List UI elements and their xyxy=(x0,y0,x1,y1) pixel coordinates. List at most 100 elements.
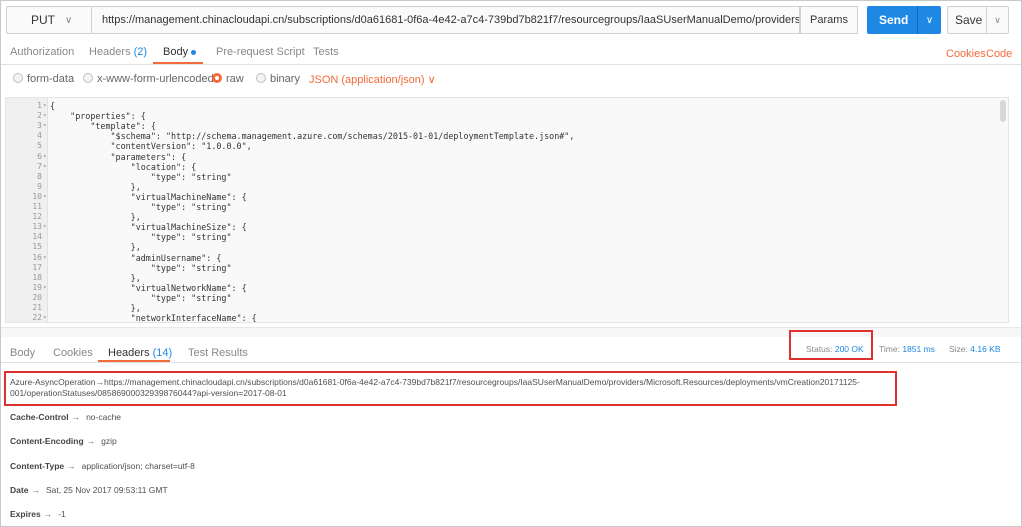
raw-label: raw xyxy=(226,73,244,85)
line-number: 12 xyxy=(32,212,42,222)
postman-window: PUT ∨ https://management.chinacloudapi.c… xyxy=(0,0,1022,527)
arrow-icon: → xyxy=(43,509,53,519)
header-key: Expires xyxy=(10,509,41,519)
send-dropdown-chevron-icon[interactable]: ∨ xyxy=(917,6,941,34)
tab-prerequest-script[interactable]: Pre-request Script xyxy=(216,46,305,58)
response-tab-cookies[interactable]: Cookies xyxy=(53,347,93,359)
content-type-select[interactable]: JSON (application/json) ∨ xyxy=(309,73,436,86)
editor-line: 3 ▾ "template": { xyxy=(6,121,1006,131)
body-editor[interactable]: 1 ▾{2 ▾ "properties": {3 ▾ "template": {4 "… xyxy=(5,97,1009,323)
line-number: 5 xyxy=(37,141,42,151)
editor-line: 14 "type": "string" xyxy=(6,232,1006,242)
url-input[interactable]: https://management.chinacloudapi.cn/subs… xyxy=(92,6,800,34)
save-button[interactable]: Save ∨ xyxy=(947,6,1009,34)
response-tab-test-results[interactable]: Test Results xyxy=(188,347,248,359)
tab-body-label: Body xyxy=(163,46,189,58)
line-number: 18 xyxy=(32,272,42,282)
editor-line: 20 "type": "string" xyxy=(6,293,1006,303)
status-highlight-box xyxy=(789,330,873,360)
editor-line: 22 ▾ "networkInterfaceName": { xyxy=(6,313,1006,323)
editor-line: 5 "contentVersion": "1.0.0.0", xyxy=(6,141,1006,151)
code-text: "type": "string" xyxy=(50,202,232,212)
line-number: 9 xyxy=(37,181,42,191)
radio-form-data[interactable] xyxy=(13,73,23,83)
header-key: Cache-Control xyxy=(10,412,69,422)
line-number: 13 xyxy=(32,222,42,232)
method-select[interactable]: PUT ∨ xyxy=(6,6,92,34)
header-value: no-cache xyxy=(86,412,122,422)
line-number: 6 xyxy=(37,151,42,161)
line-number: 21 xyxy=(32,303,42,312)
fold-toggle-icon[interactable]: ▾ xyxy=(43,253,47,263)
radio-raw[interactable] xyxy=(212,73,222,83)
header-key: Date xyxy=(10,485,29,495)
size-label: Size: xyxy=(949,344,968,354)
content-type-label: JSON (application/json) xyxy=(309,74,425,86)
code-text: "properties": { xyxy=(50,111,146,122)
response-tab-body[interactable]: Body xyxy=(10,347,35,359)
response-headers-label: Headers xyxy=(108,347,150,359)
header-value: application/json; charset=utf-8 xyxy=(81,461,195,471)
save-dropdown-chevron-icon[interactable]: ∨ xyxy=(986,7,1008,33)
editor-line: 18 }, xyxy=(6,273,1006,283)
async-operation-highlight-box xyxy=(4,371,897,406)
size-metric: Size: 4.16 KB xyxy=(949,344,1001,354)
tab-tests[interactable]: Tests xyxy=(313,46,339,58)
radio-binary[interactable] xyxy=(256,73,266,83)
line-number: 3 xyxy=(37,121,42,131)
code-text: "virtualNetworkName": { xyxy=(50,282,247,293)
send-button[interactable]: Send ∨ xyxy=(867,6,941,34)
code-text: "$schema": "http://schema.management.azu… xyxy=(50,131,575,142)
code-text: "adminUsername": { xyxy=(50,252,222,263)
fold-toggle-icon[interactable]: ▾ xyxy=(43,162,47,172)
tab-headers[interactable]: Headers (2) xyxy=(89,46,147,58)
editor-scrollbar[interactable] xyxy=(1000,100,1006,122)
editor-line: 8 "type": "string" xyxy=(6,172,1006,182)
fold-toggle-icon[interactable]: ▾ xyxy=(43,121,47,131)
code-text: "type": "string" xyxy=(50,292,232,303)
line-number: 15 xyxy=(32,242,42,252)
code-text: "virtualMachineName": { xyxy=(50,191,247,202)
code-link[interactable]: Code xyxy=(986,48,1012,60)
arrow-icon: → xyxy=(71,412,81,422)
line-number: 20 xyxy=(32,292,42,302)
tab-body[interactable]: Body xyxy=(163,46,197,58)
urlencoded-label: x-www-form-urlencoded xyxy=(97,73,214,85)
editor-line: 6 ▾ "parameters": { xyxy=(6,152,1006,162)
time-metric: Time: 1851 ms xyxy=(879,344,935,354)
code-text: { xyxy=(50,101,56,111)
editor-line: 11 "type": "string" xyxy=(6,202,1006,212)
form-data-label: form-data xyxy=(27,73,75,85)
response-tab-headers[interactable]: Headers (14) xyxy=(108,347,172,359)
tab-authorization[interactable]: Authorization xyxy=(10,46,74,58)
editor-line: 2 ▾ "properties": { xyxy=(6,111,1006,121)
code-text: }, xyxy=(50,212,141,223)
editor-line: 12 }, xyxy=(6,212,1006,222)
line-number: 22 xyxy=(32,313,42,323)
radio-urlencoded[interactable] xyxy=(83,73,93,83)
editor-line: 21 }, xyxy=(6,303,1006,313)
header-value: Sat, 25 Nov 2017 09:53:11 GMT xyxy=(45,485,168,495)
header-value: -1 xyxy=(58,509,66,519)
code-text: }, xyxy=(50,272,141,283)
header-row-date: Date → Sat, 25 Nov 2017 09:53:11 GMT xyxy=(10,485,168,495)
fold-toggle-icon[interactable]: ▾ xyxy=(43,101,47,111)
editor-line: 1 ▾{ xyxy=(6,101,1006,111)
fold-toggle-icon[interactable]: ▾ xyxy=(43,111,47,121)
fold-toggle-icon[interactable]: ▾ xyxy=(43,192,47,202)
chevron-down-icon: ∨ xyxy=(427,74,436,86)
code-text: "contentVersion": "1.0.0.0", xyxy=(50,141,252,152)
request-bar: PUT ∨ https://management.chinacloudapi.c… xyxy=(1,1,1021,41)
header-value: gzip xyxy=(101,436,117,446)
fold-toggle-icon[interactable]: ▾ xyxy=(43,152,47,162)
editor-line: 4 "$schema": "http://schema.management.a… xyxy=(6,131,1006,141)
fold-toggle-icon[interactable]: ▾ xyxy=(43,313,47,322)
editor-line: 7 ▾ "location": { xyxy=(6,162,1006,172)
editor-line: 13 ▾ "virtualMachineSize": { xyxy=(6,222,1006,232)
fold-toggle-icon[interactable]: ▾ xyxy=(43,283,47,293)
cookies-link[interactable]: Cookies xyxy=(946,48,986,60)
params-button[interactable]: Params xyxy=(800,6,858,34)
code-text: "parameters": { xyxy=(50,151,187,162)
fold-toggle-icon[interactable]: ▾ xyxy=(43,222,47,232)
line-number: 10 xyxy=(32,191,42,201)
